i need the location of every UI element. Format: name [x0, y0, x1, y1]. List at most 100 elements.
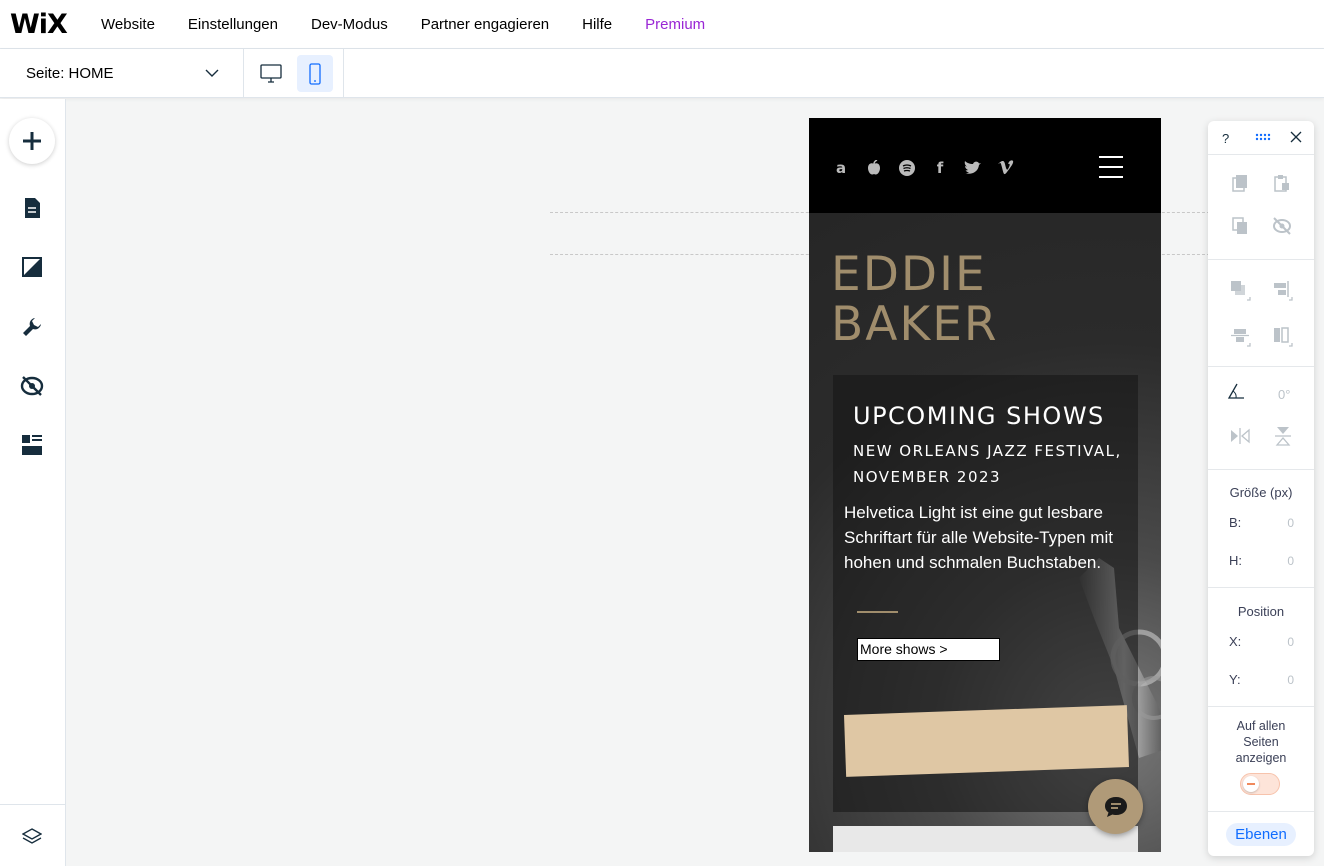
duplicate-icon: [1232, 217, 1247, 234]
panel-divider: [1208, 706, 1314, 707]
mobile-view-button[interactable]: [297, 55, 333, 92]
paste-button[interactable]: [1270, 171, 1294, 195]
hidden-eye-icon: [20, 376, 44, 396]
theme-icon: [22, 257, 42, 277]
menu-help[interactable]: Hilfe: [582, 16, 612, 33]
page-icon: [25, 198, 40, 218]
plus-icon: [23, 132, 41, 150]
x-input[interactable]: 0: [1276, 635, 1294, 649]
panel-divider: [1208, 259, 1314, 260]
amazon-icon[interactable]: a: [831, 158, 851, 178]
align-button[interactable]: [1270, 278, 1294, 302]
flip-vertical-button[interactable]: [1271, 424, 1295, 448]
size-label: Größe (px): [1229, 485, 1293, 500]
layers-icon: [22, 828, 42, 844]
shows-title: UPCOMING SHOWS: [853, 402, 1105, 430]
facebook-icon[interactable]: f: [930, 158, 950, 178]
distribute-button[interactable]: [1228, 324, 1252, 348]
y-label: Y:: [1229, 672, 1241, 687]
vimeo-icon[interactable]: [996, 158, 1016, 178]
mobile-site-preview[interactable]: a f EDDIE BAKER UPCOMING SHOWS NEW ORLEA…: [809, 118, 1161, 852]
duplicate-button[interactable]: [1228, 214, 1252, 238]
pages-button[interactable]: [9, 185, 55, 231]
show-on-all-pages-label: Auf allen Seiten anzeigen: [1235, 719, 1287, 765]
close-icon[interactable]: [1289, 130, 1303, 144]
spotify-icon[interactable]: [897, 158, 917, 178]
copy-icon: [1232, 175, 1247, 192]
tools-button[interactable]: [9, 304, 55, 350]
panel-divider: [1208, 587, 1314, 588]
rotation-value[interactable]: 0°: [1278, 387, 1290, 402]
distribute-icon: [1231, 329, 1251, 347]
y-input[interactable]: 0: [1276, 673, 1294, 687]
height-label: H:: [1229, 553, 1242, 568]
artist-name-line2: BAKER: [831, 297, 999, 352]
sidebar-divider: [0, 804, 66, 805]
width-input[interactable]: 0: [1276, 516, 1294, 530]
width-label: B:: [1229, 515, 1242, 530]
top-menu-bar: WiX Website Einstellungen Dev-Modus Part…: [0, 0, 1324, 49]
menu-hire-partner[interactable]: Partner engagieren: [421, 16, 549, 33]
wix-logo[interactable]: WiX: [10, 9, 101, 40]
page-selector[interactable]: Seite: HOME: [0, 49, 244, 98]
editor-toolbar: Seite: HOME: [0, 49, 1324, 98]
align-right-icon: [1274, 281, 1293, 301]
device-switcher: [244, 49, 344, 98]
flip-vertical-icon: [1275, 427, 1291, 446]
paste-icon: [1274, 175, 1289, 192]
shows-description: Helvetica Light ist eine gut lesbare Sch…: [844, 503, 1113, 572]
next-section-strip: [833, 826, 1138, 852]
shows-subtitle: NEW ORLEANS JAZZ FESTIVAL, NOVEMBER 2023: [853, 442, 1122, 486]
copy-button[interactable]: [1228, 171, 1252, 195]
layers-button[interactable]: Ebenen: [1226, 823, 1296, 846]
hide-button[interactable]: [1270, 214, 1294, 238]
artist-name-line1: EDDIE: [831, 247, 987, 302]
flip-horizontal-icon: [1231, 428, 1250, 444]
artist-name[interactable]: EDDIE BAKER: [831, 250, 999, 350]
layout-icon: [22, 435, 42, 455]
mobile-icon: [309, 62, 321, 85]
more-shows-button[interactable]: More shows >: [857, 638, 1000, 661]
layers-sidebar-button[interactable]: [9, 814, 55, 860]
arrange-tool-panel: ? 0° Größe (px) B: 0 H: 0 Position X: 0 …: [1208, 121, 1314, 856]
twitter-icon[interactable]: [963, 158, 983, 178]
hamburger-menu-icon[interactable]: [1099, 156, 1123, 178]
left-sidebar: [0, 99, 66, 866]
arrange-icon: [1231, 281, 1251, 301]
site-header: a f: [809, 118, 1161, 213]
position-label: Position: [1237, 604, 1285, 619]
chat-button[interactable]: [1088, 779, 1143, 834]
arrange-button[interactable]: [1228, 278, 1252, 302]
match-size-button[interactable]: [1270, 324, 1294, 348]
height-input[interactable]: 0: [1276, 554, 1294, 568]
chevron-down-icon: [205, 69, 219, 77]
rotate-button[interactable]: [1224, 380, 1248, 404]
desktop-view-button[interactable]: [253, 55, 289, 92]
menu-premium[interactable]: Premium: [645, 16, 705, 33]
design-button[interactable]: [9, 244, 55, 290]
menu-settings[interactable]: Einstellungen: [188, 16, 278, 33]
menu-website[interactable]: Website: [101, 16, 155, 33]
panel-divider: [1208, 811, 1314, 812]
chat-bubble-icon: [1104, 796, 1127, 817]
page-selector-value: HOME: [68, 65, 114, 82]
hidden-eye-icon: [1273, 217, 1291, 235]
help-icon[interactable]: ?: [1222, 131, 1229, 146]
match-size-icon: [1274, 327, 1293, 347]
x-label: X:: [1229, 634, 1242, 649]
add-elements-button[interactable]: [9, 118, 55, 164]
menu-dev-mode[interactable]: Dev-Modus: [311, 16, 388, 33]
angle-icon: [1227, 383, 1244, 399]
tan-decorative-strip: [844, 705, 1129, 777]
mobile-layout-button[interactable]: [9, 422, 55, 468]
desktop-icon: [260, 63, 282, 83]
drag-handle-icon[interactable]: [1255, 133, 1271, 141]
page-selector-label: Seite:: [26, 65, 65, 82]
show-on-all-pages-toggle[interactable]: [1240, 773, 1280, 795]
hidden-elements-button[interactable]: [9, 363, 55, 409]
flip-horizontal-button[interactable]: [1228, 424, 1252, 448]
apple-icon[interactable]: [864, 158, 884, 178]
panel-divider: [1208, 366, 1314, 367]
panel-divider: [1208, 469, 1314, 470]
social-bar: a f: [831, 158, 1016, 178]
